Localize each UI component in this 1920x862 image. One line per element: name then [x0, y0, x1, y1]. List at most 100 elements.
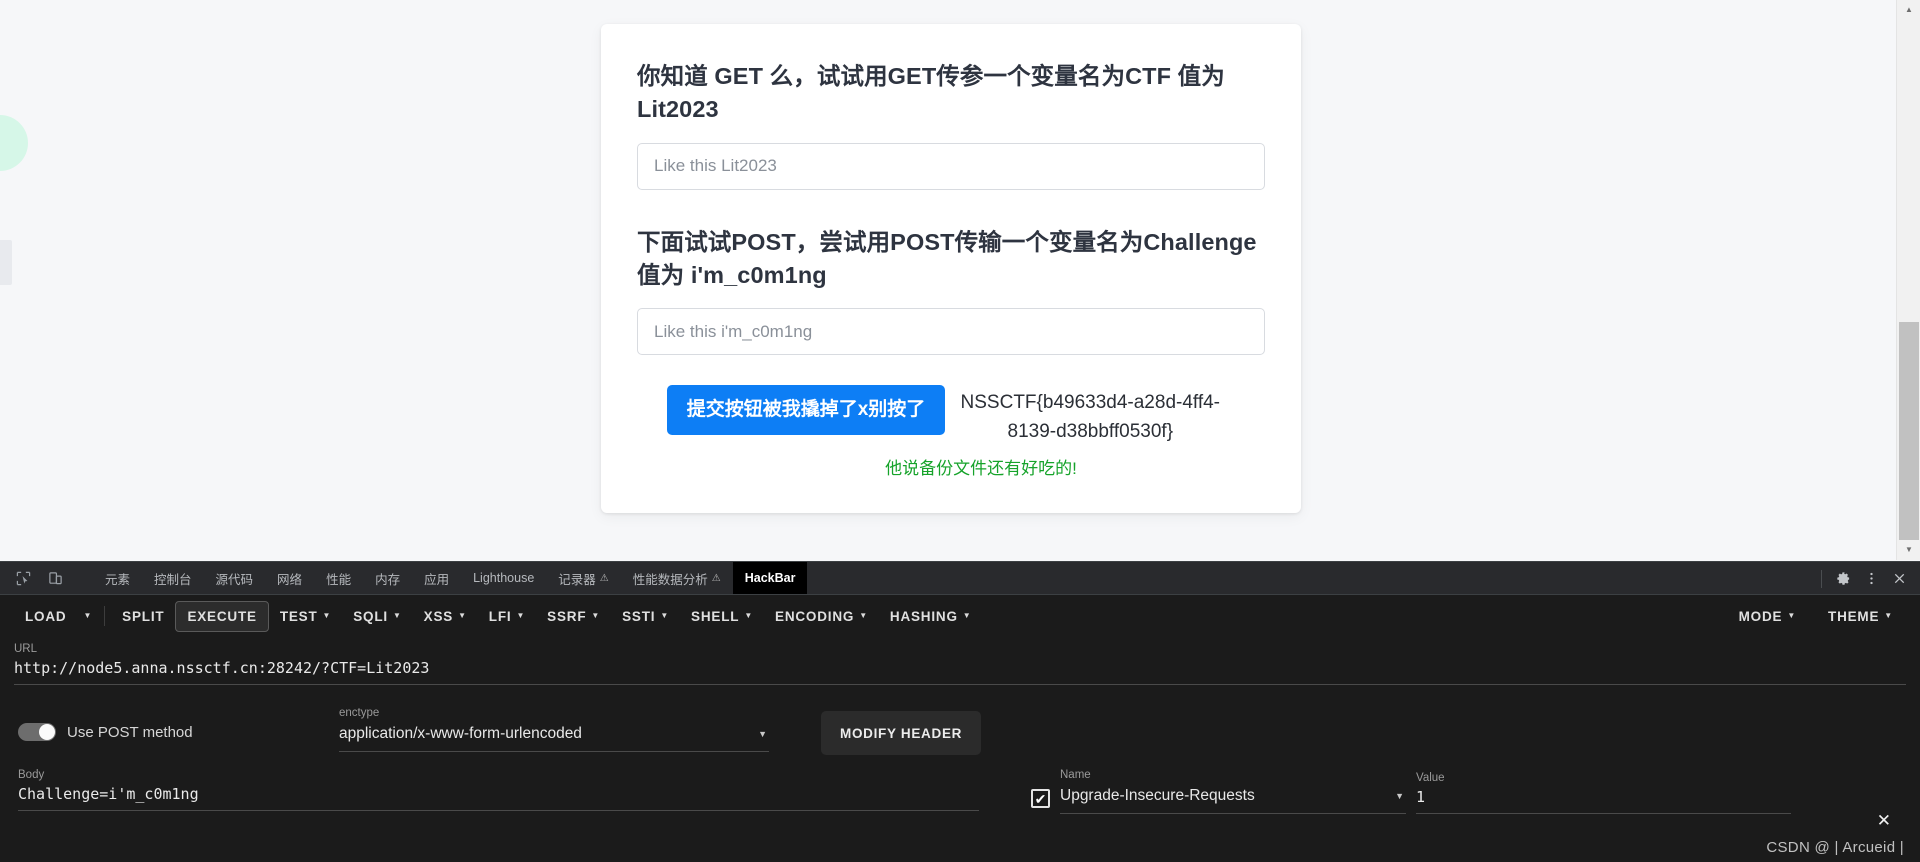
devtools-tab-label: 性能数据分析 — [632, 572, 708, 587]
devtools-tab-7[interactable]: Lighthouse — [461, 562, 546, 594]
hackbar-menu-encoding[interactable]: ENCODING ▼ — [764, 602, 879, 631]
hackbar-menu-mode[interactable]: MODE ▼ — [1728, 602, 1807, 631]
hackbar-menu-ssrf[interactable]: SSRF ▼ — [536, 602, 611, 631]
enctype-label: enctype — [339, 707, 380, 719]
scrollbar-down-arrow-icon[interactable]: ▼ — [1897, 540, 1920, 560]
url-field-group: URL — [14, 643, 1906, 685]
devtools-tab-5[interactable]: 内存 — [363, 562, 412, 594]
hackbar-menu-execute[interactable]: EXECUTE — [175, 600, 269, 632]
use-post-method-group: Use POST method — [14, 707, 339, 741]
chevron-down-icon: ▼ — [660, 611, 670, 620]
chevron-down-icon: ▼ — [1395, 791, 1404, 801]
hackbar-menu-label: SSTI — [622, 608, 656, 624]
hackbar-menu-hashing[interactable]: HASHING ▼ — [879, 602, 983, 631]
devtools-tab-6[interactable]: 应用 — [412, 562, 461, 594]
body-label: Body — [18, 769, 45, 781]
devtools-tab-8[interactable]: 记录器 ⚠ — [546, 562, 620, 594]
header-name-value: Upgrade-Insecure-Requests — [1060, 787, 1255, 804]
devtools-tab-label: 应用 — [424, 572, 450, 587]
hackbar-menu-load-caret[interactable]: ▼ — [77, 605, 98, 627]
devtools-tab-label: 源代码 — [215, 572, 254, 587]
devtools-tab-9[interactable]: 性能数据分析 ⚠ — [621, 562, 733, 594]
hackbar-menu-label: SPLIT — [122, 608, 165, 624]
hackbar-menu-xss[interactable]: XSS ▼ — [413, 602, 478, 631]
devtools-tab-3[interactable]: 网络 — [265, 562, 314, 594]
header-value-label: Value — [1416, 772, 1445, 784]
devtools-tab-2[interactable]: 源代码 — [204, 562, 266, 594]
post-instruction-heading: 下面试试POST，尝试用POST传输一个变量名为Challenge 值为 i'm… — [637, 228, 1257, 289]
chevron-down-icon: ▼ — [516, 611, 526, 620]
header-enabled-checkbox[interactable]: ✔ — [1031, 789, 1050, 808]
header-value-group: Value — [1416, 772, 1791, 814]
close-devtools-icon[interactable] — [1886, 566, 1912, 592]
warning-triangle-icon: ⚠ — [711, 572, 721, 584]
devtools-tab-0[interactable]: 元素 — [93, 562, 142, 594]
enctype-group: enctype application/x-www-form-urlencode… — [339, 707, 769, 752]
hackbar-menu-sqli[interactable]: SQLI ▼ — [342, 602, 412, 631]
page-vertical-scrollbar[interactable]: ▲ ▼ — [1896, 0, 1920, 560]
hackbar-menu-label: TEST — [279, 608, 318, 624]
hackbar-menu-label: LFI — [488, 608, 512, 624]
modify-header-button[interactable]: MODIFY HEADER — [821, 711, 982, 755]
hackbar-panel: LOAD ▼ SPLIT EXECUTE TEST ▼ SQLI ▼ XSS ▼ LFI ▼ SSRF ▼… — [0, 595, 1920, 862]
toggle-knob — [39, 724, 55, 740]
devtools-tab-1[interactable]: 控制台 — [142, 562, 204, 594]
chevron-down-icon: ▼ — [1787, 611, 1797, 620]
post-param-input[interactable] — [637, 308, 1265, 356]
hackbar-menu-test[interactable]: TEST ▼ — [269, 602, 342, 631]
hackbar-menu-label: EXECUTE — [187, 608, 257, 624]
scrollbar-up-arrow-icon[interactable]: ▲ — [1897, 0, 1920, 20]
hackbar-menu-theme[interactable]: THEME ▼ — [1817, 602, 1904, 631]
get-param-input[interactable] — [637, 142, 1265, 190]
flag-text: NSSCTF{b49633d4-a28d-4ff4-8139-d38bbff05… — [960, 392, 1221, 442]
devtools-tab-10[interactable]: HackBar — [732, 562, 808, 594]
devtools-tab-label: 性能 — [326, 572, 352, 587]
chevron-down-icon: ▼ — [1884, 611, 1893, 620]
enctype-select[interactable]: application/x-www-form-urlencoded ▼ — [339, 721, 769, 752]
devtools-tabbar: 元素 控制台 源代码 网络 性能 内存 应用 Lighthouse 记录器 ⚠ 性能数据分析 ⚠ Hac… — [0, 562, 1920, 595]
decorative-green-circle — [0, 115, 28, 171]
chevron-down-icon: ▼ — [83, 611, 93, 620]
use-post-method-toggle[interactable] — [18, 723, 56, 741]
challenge-card: 你知道 GET 么，试试用GET传参一个变量名为CTF 值为 Lit2023 下… — [601, 24, 1301, 514]
inspect-element-icon[interactable] — [10, 565, 36, 591]
submit-button[interactable]: 提交按钮被我撬掉了x别按了 — [666, 385, 946, 436]
url-input[interactable] — [14, 657, 1906, 685]
scrollbar-thumb[interactable] — [1899, 322, 1919, 540]
hackbar-menu-split[interactable]: SPLIT — [111, 602, 175, 631]
header-name-label: Name — [1060, 769, 1091, 781]
hackbar-menu-label: HASHING — [889, 608, 958, 624]
hackbar-body: URL Use POST method enctype application/… — [0, 643, 1920, 814]
header-row: ✔ Name Upgrade-Insecure-Requests ▼ Value — [979, 769, 1906, 814]
hint-green-note: 他说备份文件还有好吃的! — [885, 459, 1077, 479]
devtools-tab-label: 内存 — [375, 572, 401, 587]
hackbar-menu-ssti[interactable]: SSTI ▼ — [611, 602, 680, 631]
devtools-tab-label: HackBar — [744, 571, 796, 585]
chevron-down-icon: ▼ — [859, 611, 868, 620]
watermark-text: CSDN @ | Arcueid | — [1766, 839, 1904, 856]
hackbar-menu-label: MODE — [1738, 608, 1783, 624]
devtools-panel: 元素 控制台 源代码 网络 性能 内存 应用 Lighthouse 记录器 ⚠ 性能数据分析 ⚠ Hac… — [0, 561, 1920, 862]
devtools-tab-label: 控制台 — [154, 572, 192, 587]
hackbar-menu-load[interactable]: LOAD — [14, 602, 77, 631]
right-controls-divider — [1821, 569, 1822, 588]
devtools-tab-label: 记录器 — [558, 572, 596, 587]
hackbar-menu-lfi[interactable]: LFI ▼ — [478, 602, 536, 631]
hackbar-menu-label: XSS — [423, 608, 454, 624]
hackbar-menu-shell[interactable]: SHELL ▼ — [680, 602, 764, 631]
devtools-tab-4[interactable]: 性能 — [314, 562, 363, 594]
devtools-tab-label: 网络 — [277, 572, 303, 587]
settings-gear-icon[interactable] — [1830, 566, 1856, 592]
header-value-input[interactable] — [1416, 786, 1791, 814]
hackbar-menu-label: ENCODING — [775, 608, 855, 624]
chevron-down-icon: ▼ — [962, 611, 972, 620]
more-options-icon[interactable] — [1858, 566, 1884, 592]
use-post-method-label: Use POST method — [67, 723, 193, 741]
device-toolbar-icon[interactable] — [42, 565, 68, 591]
hackbar-menu-label: LOAD — [25, 608, 67, 624]
body-input[interactable] — [18, 783, 979, 811]
method-and-enctype-row: Use POST method enctype application/x-ww… — [14, 707, 1906, 755]
remove-header-icon[interactable]: ✕ — [1877, 811, 1891, 831]
header-name-select[interactable]: Upgrade-Insecure-Requests ▼ — [1060, 783, 1406, 814]
chevron-down-icon: ▼ — [392, 611, 402, 620]
